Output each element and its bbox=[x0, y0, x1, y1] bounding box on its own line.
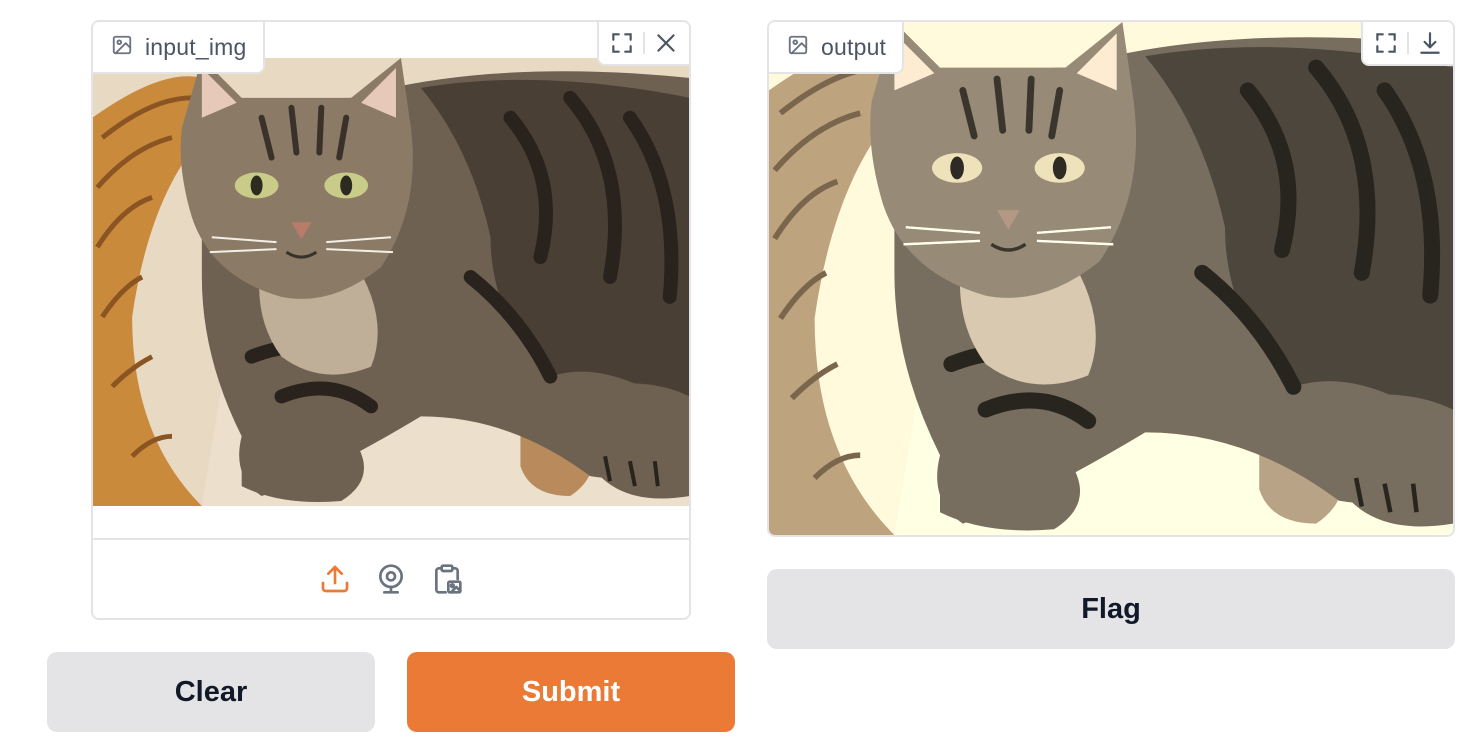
flag-button[interactable]: Flag bbox=[767, 569, 1455, 649]
clear-button[interactable]: Clear bbox=[47, 652, 375, 732]
input-image-panel: input_img bbox=[91, 20, 691, 620]
output-image-label: output bbox=[769, 22, 905, 74]
clipboard-icon[interactable] bbox=[430, 562, 464, 596]
output-image-label-text: output bbox=[821, 33, 887, 60]
actions-divider bbox=[1407, 32, 1409, 54]
output-image-actions bbox=[1361, 22, 1453, 66]
input-image-label: input_img bbox=[93, 22, 265, 74]
input-image-actions bbox=[597, 22, 689, 66]
webcam-icon[interactable] bbox=[374, 562, 408, 596]
image-icon bbox=[111, 34, 133, 61]
output-image-preview bbox=[769, 22, 1453, 535]
input-image-preview[interactable] bbox=[93, 58, 689, 506]
fullscreen-icon[interactable] bbox=[1371, 28, 1401, 58]
actions-divider bbox=[643, 32, 645, 54]
cat-image bbox=[93, 58, 689, 506]
cat-image-sepia bbox=[769, 22, 1453, 535]
input-source-selector bbox=[93, 538, 689, 618]
app-root: input_img output Flag Clear Submit bbox=[0, 0, 1484, 750]
output-image-panel: output bbox=[767, 20, 1455, 537]
download-icon[interactable] bbox=[1415, 28, 1445, 58]
image-icon bbox=[787, 34, 809, 61]
close-icon[interactable] bbox=[651, 28, 681, 58]
fullscreen-icon[interactable] bbox=[607, 28, 637, 58]
submit-button[interactable]: Submit bbox=[407, 652, 735, 732]
upload-icon[interactable] bbox=[318, 562, 352, 596]
input-image-label-text: input_img bbox=[145, 33, 247, 60]
